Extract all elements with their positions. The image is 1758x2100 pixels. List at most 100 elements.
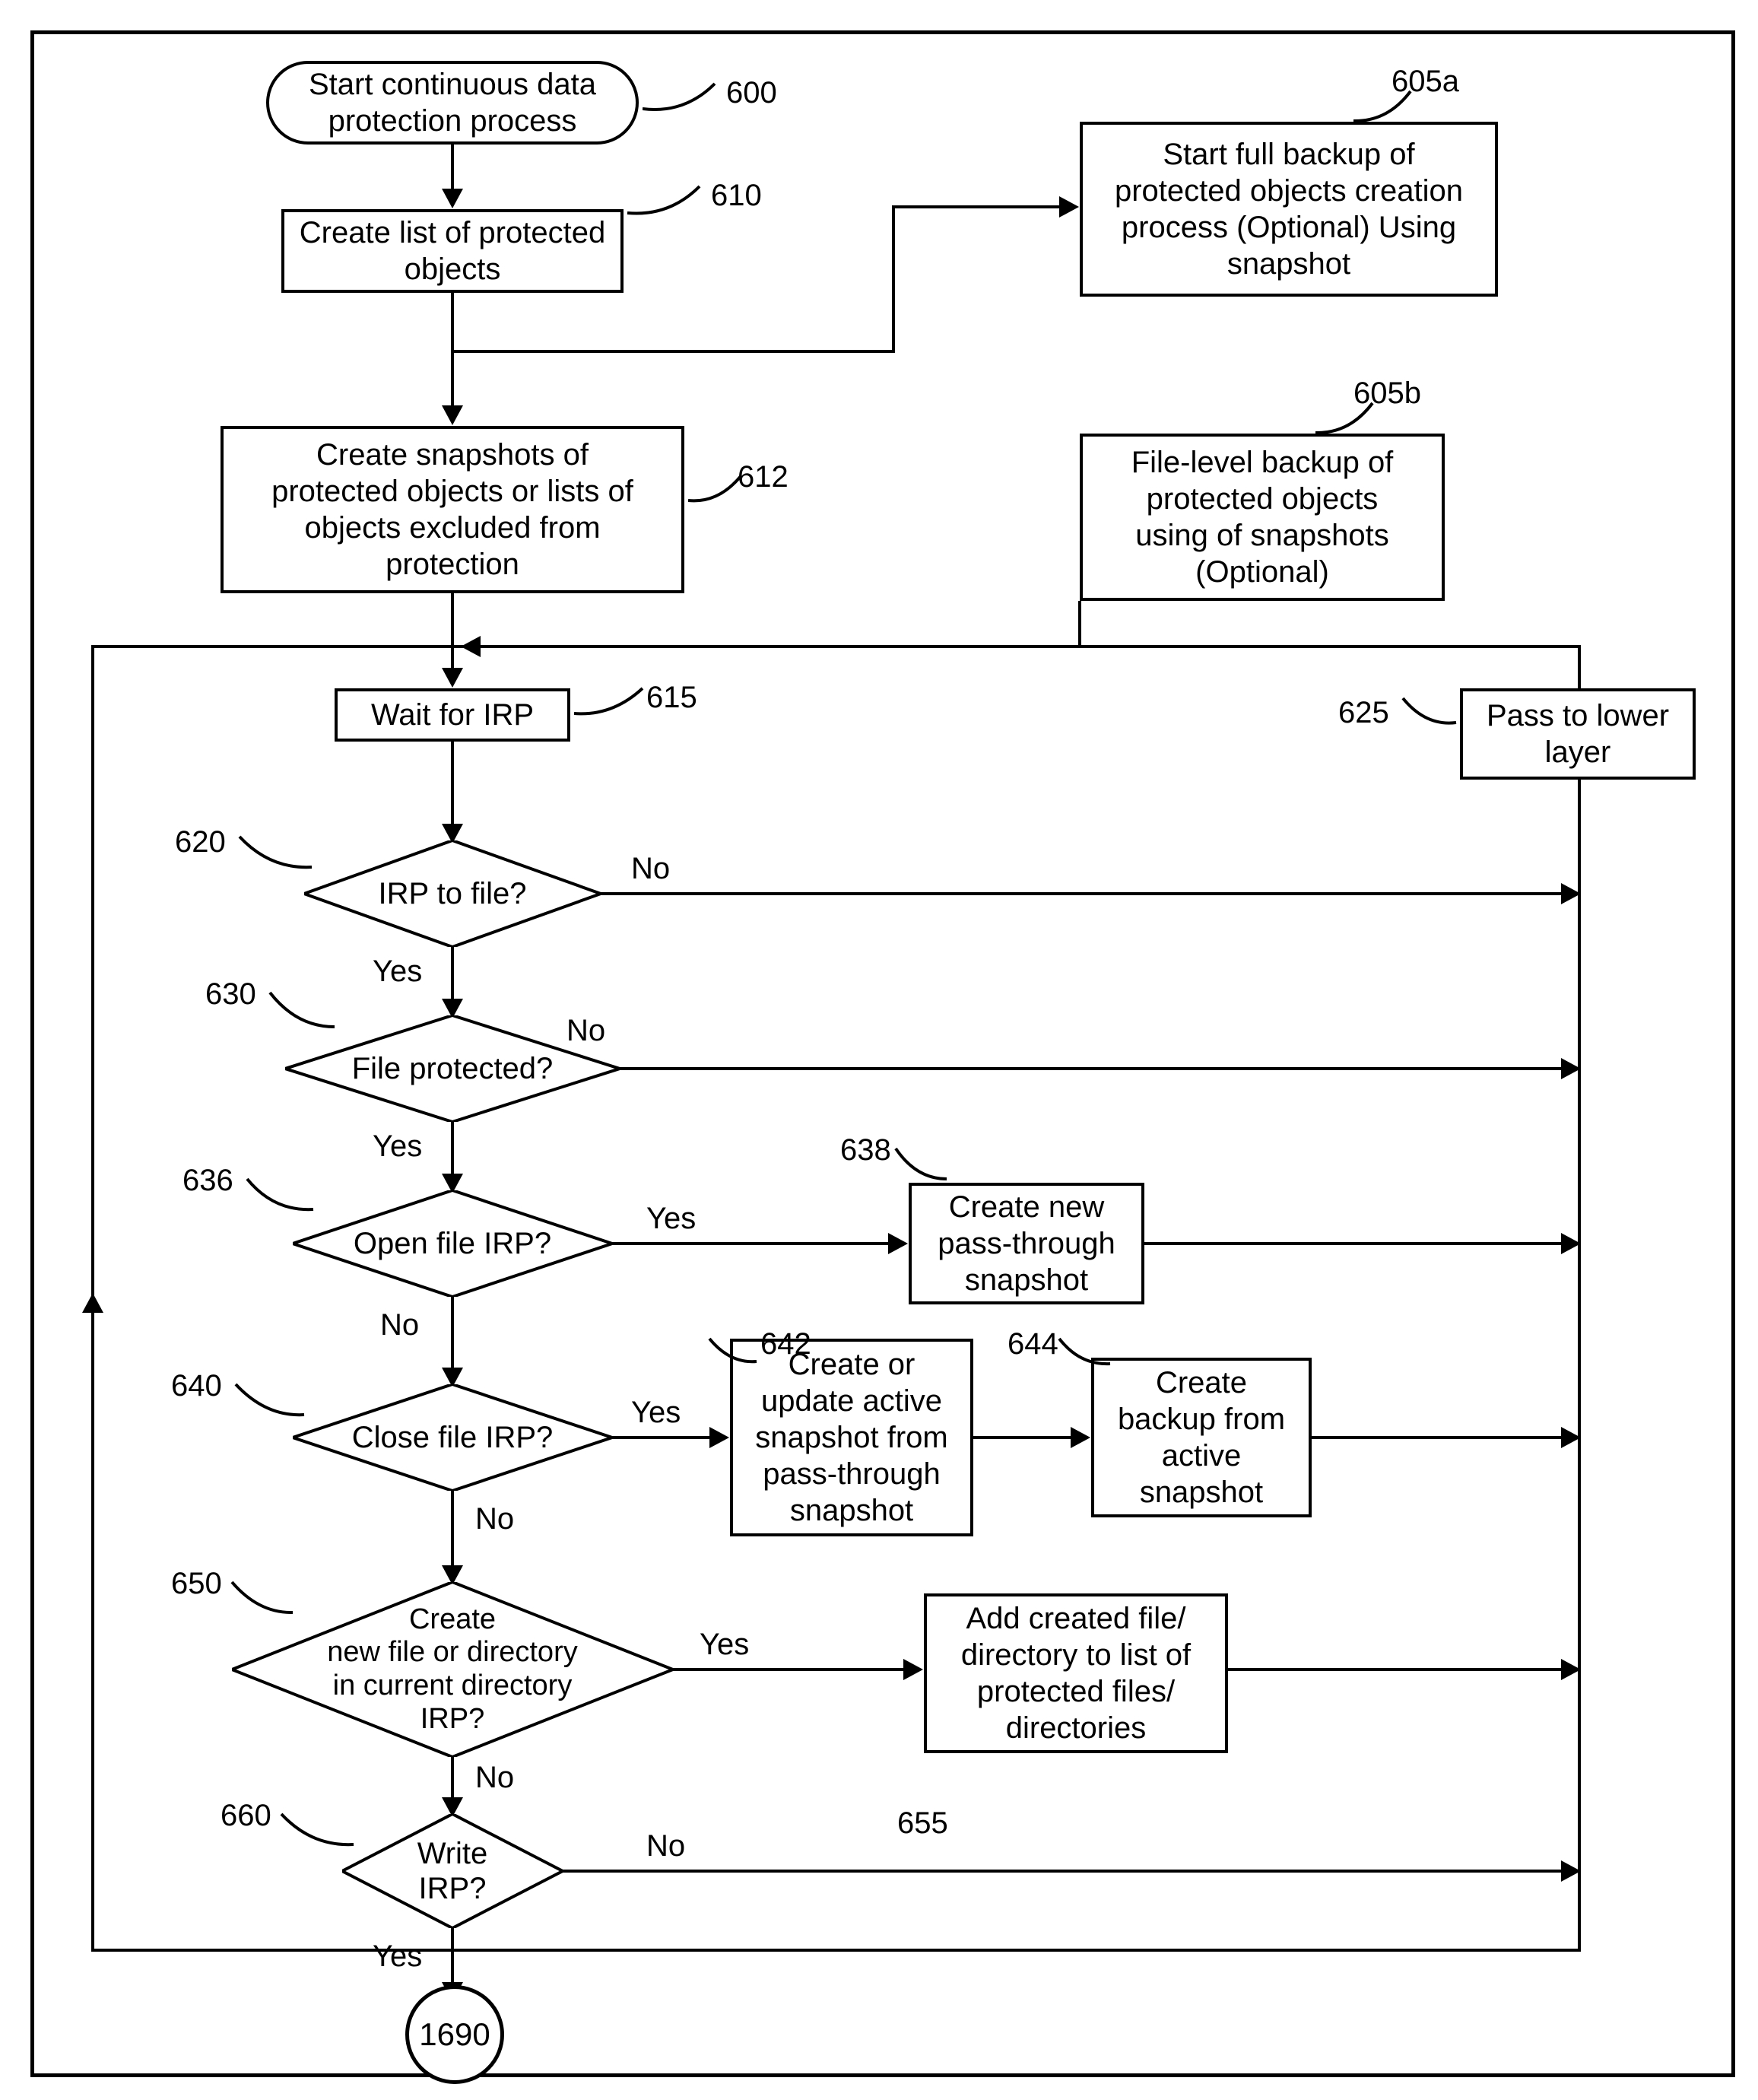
leader-620 <box>236 833 319 875</box>
ref-640: 640 <box>171 1369 222 1403</box>
line-642-644 <box>973 1436 1072 1439</box>
line-605b-down <box>1078 601 1081 648</box>
ref-636: 636 <box>182 1164 233 1198</box>
leader-610 <box>627 183 711 221</box>
start-terminator: Start continuous data protection process <box>266 61 639 145</box>
arrowhead-left-bus <box>82 1293 103 1313</box>
line-620-yes <box>451 947 454 1000</box>
arrowhead-638-out <box>1561 1233 1581 1254</box>
leader-612 <box>688 472 749 506</box>
label-660-no: No <box>646 1829 685 1863</box>
line-655-out <box>1228 1668 1581 1671</box>
label-640-yes: Yes <box>631 1396 681 1430</box>
arrowhead-636-yes <box>888 1233 908 1254</box>
leader-642 <box>707 1335 764 1365</box>
ref-610: 610 <box>711 179 762 213</box>
box-642: Create or update active snapshot from pa… <box>730 1339 973 1536</box>
right-bus <box>1578 780 1581 1793</box>
line-625-up <box>1578 645 1581 688</box>
ref-625: 625 <box>1338 696 1389 730</box>
leader-644 <box>1057 1335 1118 1369</box>
arrowhead-600-610 <box>442 189 463 208</box>
label-630-no: No <box>566 1014 605 1048</box>
box-625: Pass to lower layer <box>1460 688 1696 780</box>
leader-660 <box>278 1810 361 1852</box>
ref-600: 600 <box>726 76 777 110</box>
label-620-yes: Yes <box>373 955 422 989</box>
arrow-600-610 <box>451 145 454 190</box>
label-660-yes: Yes <box>373 1940 422 1974</box>
line-625-merge <box>1078 645 1581 648</box>
ref-650: 650 <box>171 1567 222 1601</box>
arrowhead-610-612 <box>442 405 463 425</box>
ref-660: 660 <box>221 1799 271 1833</box>
box-605b: File-level backup of protected objects u… <box>1080 434 1445 601</box>
ref-655: 655 <box>897 1806 948 1841</box>
leader-600 <box>643 80 726 118</box>
box-612: Create snapshots of protected objects or… <box>221 426 684 593</box>
diamond-636-label: Open file IRP? <box>293 1190 612 1297</box>
line-640-no <box>451 1491 454 1567</box>
line-612-down <box>451 593 454 669</box>
label-630-yes: Yes <box>373 1129 422 1164</box>
line-630-no <box>620 1067 1581 1070</box>
line-650-no <box>451 1757 454 1799</box>
line-636-yes <box>612 1242 890 1245</box>
ref-644: 644 <box>1008 1327 1058 1361</box>
line-640-yes <box>612 1436 711 1439</box>
leader-605a <box>1353 87 1422 125</box>
line-636-no <box>451 1297 454 1369</box>
ref-638: 638 <box>840 1133 891 1168</box>
arrowhead-642-644 <box>1071 1427 1090 1448</box>
arrowhead-612-615 <box>442 668 463 688</box>
label-620-no: No <box>631 852 670 886</box>
line-612-605b <box>452 645 1080 648</box>
leader-615 <box>574 685 650 719</box>
box-605a: Start full backup of protected objects c… <box>1080 122 1498 297</box>
arrowhead-644-out <box>1561 1427 1581 1448</box>
diamond-620: IRP to file? <box>304 840 601 947</box>
ref-620: 620 <box>175 825 226 859</box>
leader-605b <box>1315 399 1384 437</box>
label-640-no: No <box>475 1502 514 1536</box>
arrowhead-640-yes <box>709 1427 729 1448</box>
arrowhead-630-no <box>1561 1058 1581 1079</box>
diamond-640: Close file IRP? <box>293 1384 612 1491</box>
ref-615: 615 <box>646 681 697 715</box>
line-650-yes <box>673 1668 905 1671</box>
leader-625 <box>1399 692 1460 730</box>
label-650-yes: Yes <box>700 1628 749 1662</box>
arrowhead-620-no <box>1561 883 1581 904</box>
line-620-no <box>601 892 1581 895</box>
ref-642: 642 <box>760 1327 811 1361</box>
line-bus-bottom <box>91 1949 1581 1952</box>
leader-640 <box>232 1380 312 1422</box>
leader-638 <box>893 1145 954 1183</box>
left-bus-top <box>91 645 451 648</box>
box-655: Add created file/ directory to list of p… <box>924 1593 1228 1753</box>
leader-630 <box>266 989 342 1034</box>
box-615: Wait for IRP <box>335 688 570 742</box>
line-to-605a-v <box>892 205 895 353</box>
diamond-660-label: Write IRP? <box>342 1814 563 1928</box>
connector-1690: 1690 <box>405 1985 504 2084</box>
diamond-660: Write IRP? <box>342 1814 563 1928</box>
flowchart-canvas: Start continuous data protection process… <box>0 0 1758 2100</box>
leader-636 <box>243 1175 319 1217</box>
diamond-636: Open file IRP? <box>293 1190 612 1297</box>
label-636-yes: Yes <box>646 1202 696 1236</box>
line-to-605a-h2 <box>893 205 1061 208</box>
line-644-out <box>1312 1436 1581 1439</box>
arrowhead-655-out <box>1561 1659 1581 1680</box>
line-660-no <box>563 1870 1581 1873</box>
arrowhead-to-605a <box>1059 196 1079 218</box>
box-610: Create list of protected objects <box>281 209 624 293</box>
arrowhead-605b-merge <box>461 636 481 657</box>
line-630-yes <box>451 1122 454 1175</box>
ref-630: 630 <box>205 977 256 1012</box>
label-650-no: No <box>475 1761 514 1795</box>
label-636-no: No <box>380 1308 419 1342</box>
arrowhead-650-yes <box>903 1659 923 1680</box>
line-638-out <box>1144 1242 1581 1245</box>
line-615-620 <box>451 742 454 825</box>
